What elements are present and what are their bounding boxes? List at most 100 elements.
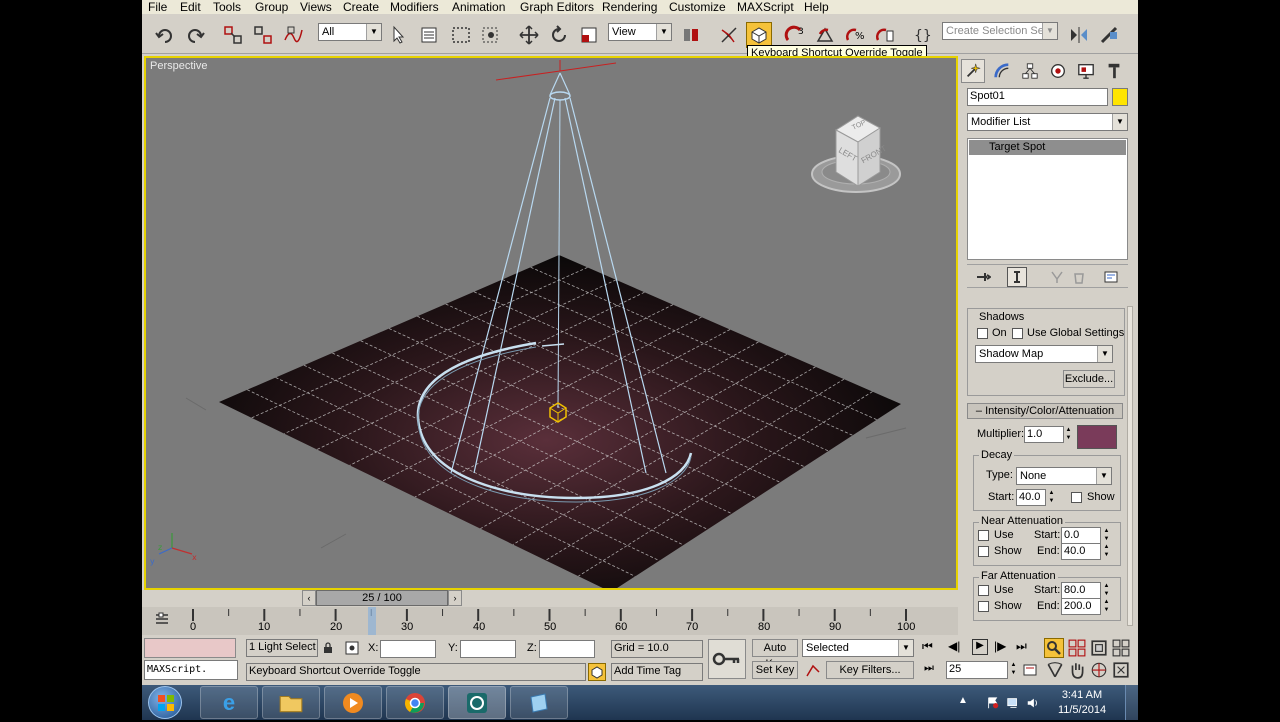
taskbar-internet-explorer[interactable]: e (200, 686, 258, 719)
shadows-on-checkbox[interactable] (977, 328, 988, 339)
near-start-spinner[interactable]: ▲ ▼ (1102, 527, 1111, 544)
time-slider-thumb[interactable]: 25 / 100 (316, 590, 448, 606)
menu-modifiers[interactable]: Modifiers (390, 0, 439, 14)
decay-start-field[interactable]: 40.0 (1016, 489, 1046, 506)
next-frame-icon[interactable]: |▶ (994, 639, 1006, 653)
make-unique-icon[interactable] (1049, 269, 1065, 285)
motion-tab[interactable] (1046, 59, 1070, 83)
maximize-viewport-icon[interactable] (1112, 661, 1130, 679)
exclude-button[interactable]: Exclude... (1063, 370, 1115, 388)
zoom-extents-all-icon[interactable] (1112, 639, 1130, 657)
decay-show-checkbox[interactable] (1071, 492, 1082, 503)
far-start-spinner[interactable]: ▲ ▼ (1102, 582, 1111, 599)
auto-key-button[interactable]: Auto Key (752, 639, 798, 670)
reference-coordinate-dropdown[interactable]: View ▼ (608, 23, 672, 41)
time-config-icon[interactable] (1022, 662, 1038, 678)
viewcube[interactable]: TOP LEFT FRONT (808, 112, 904, 196)
menu-views[interactable]: Views (300, 0, 332, 14)
menu-animation[interactable]: Animation (452, 0, 505, 14)
named-selection-set-dropdown[interactable]: Create Selection Set ▼ (942, 22, 1058, 40)
menu-customize[interactable]: Customize (669, 0, 726, 14)
current-frame-field[interactable]: 25 (946, 661, 1008, 679)
maxscript-mini-listener[interactable]: MAXScript. (144, 660, 238, 680)
near-end-spinner[interactable]: ▲ ▼ (1102, 543, 1111, 560)
undo-button[interactable] (152, 22, 178, 48)
key-filters-button[interactable]: Key Filters... (826, 661, 914, 679)
action-center-flag-icon[interactable] (986, 696, 1000, 710)
select-by-name-button[interactable] (416, 22, 442, 48)
set-key-button[interactable]: Set Key (752, 661, 798, 679)
object-color-swatch[interactable] (1112, 88, 1128, 106)
time-prev-arrow[interactable]: ‹ (302, 590, 316, 606)
configure-sets-icon[interactable] (1103, 269, 1119, 285)
previous-frame-icon[interactable]: ◀| (948, 639, 960, 653)
z-coord-field[interactable] (539, 640, 595, 658)
key-mode-toggle-icon[interactable]: ⏭ (924, 662, 934, 675)
show-end-result-button[interactable] (1007, 267, 1027, 287)
modifier-stack[interactable]: Target Spot (967, 138, 1128, 260)
align-button[interactable] (1096, 22, 1122, 48)
x-coord-field[interactable] (380, 640, 436, 658)
time-slider[interactable]: ‹ 25 / 100 › (302, 590, 958, 606)
taskbar-media-player[interactable] (324, 686, 382, 719)
object-name-field[interactable]: Spot01 (967, 88, 1108, 106)
perspective-viewport[interactable]: Perspective z y x TOP LEFT FRONT (144, 56, 958, 590)
rotate-button[interactable] (546, 22, 572, 48)
taskbar-file-explorer[interactable] (262, 686, 320, 719)
go-to-start-icon[interactable]: ⏮ (922, 639, 933, 654)
selection-filter-dropdown[interactable]: All ▼ (318, 23, 382, 41)
set-key-big-button[interactable] (708, 639, 746, 679)
remove-modifier-icon[interactable] (1071, 269, 1087, 285)
light-color-swatch[interactable] (1077, 425, 1117, 449)
field-of-view-icon[interactable] (1046, 661, 1064, 679)
decay-type-dropdown[interactable]: None ▼ (1016, 467, 1112, 485)
time-next-arrow[interactable]: › (448, 590, 462, 606)
redo-button[interactable] (182, 22, 208, 48)
near-use-checkbox[interactable] (978, 530, 989, 541)
key-tangent-icon[interactable] (805, 662, 821, 678)
frame-spinner[interactable]: ▲ ▼ (1009, 661, 1018, 678)
menu-maxscript[interactable]: MAXScript (737, 0, 794, 14)
start-button[interactable] (148, 686, 182, 719)
menu-group[interactable]: Group (255, 0, 288, 14)
multiplier-spinner[interactable]: ▲ ▼ (1064, 426, 1073, 443)
menu-rendering[interactable]: Rendering (602, 0, 657, 14)
far-show-checkbox[interactable] (978, 601, 989, 612)
select-object-button[interactable] (386, 22, 412, 48)
shortcut-toggle-small[interactable] (588, 663, 606, 681)
mirror-button[interactable] (1066, 22, 1092, 48)
go-to-end-icon[interactable]: ⏭ (1016, 639, 1027, 654)
curve-editor-mini-icon[interactable] (154, 611, 170, 627)
menu-edit[interactable]: Edit (180, 0, 201, 14)
menu-file[interactable]: File (148, 0, 167, 14)
command-panel-scrollbar[interactable] (1127, 306, 1133, 626)
zoom-all-icon[interactable] (1068, 639, 1086, 657)
shadow-type-dropdown[interactable]: Shadow Map ▼ (975, 345, 1113, 363)
maxscript-listener-pink[interactable] (144, 638, 236, 658)
current-frame-marker[interactable] (368, 607, 376, 635)
use-global-settings-checkbox[interactable] (1012, 328, 1023, 339)
display-tab[interactable] (1074, 59, 1098, 83)
window-crossing-button[interactable] (478, 22, 504, 48)
far-end-spinner[interactable]: ▲ ▼ (1102, 598, 1111, 615)
bind-to-space-warp-button[interactable] (280, 22, 306, 48)
taskbar-3dsmax[interactable] (448, 686, 506, 719)
far-start-field[interactable]: 80.0 (1061, 582, 1101, 599)
near-show-checkbox[interactable] (978, 546, 989, 557)
menu-create[interactable]: Create (343, 0, 379, 14)
scale-button[interactable] (576, 22, 602, 48)
menu-graph-editors[interactable]: Graph Editors (520, 0, 594, 14)
volume-icon[interactable] (1026, 696, 1040, 710)
menu-help[interactable]: Help (804, 0, 829, 14)
modify-tab[interactable] (990, 59, 1014, 83)
pivot-center-button[interactable] (678, 22, 704, 48)
utilities-tab[interactable] (1102, 59, 1126, 83)
zoom-button[interactable] (1044, 638, 1064, 658)
zoom-extents-icon[interactable] (1090, 639, 1108, 657)
stack-item-target-spot[interactable]: Target Spot (969, 140, 1126, 155)
select-and-link-button[interactable] (220, 22, 246, 48)
pin-stack-icon[interactable] (975, 269, 991, 285)
lock-icon[interactable] (322, 642, 334, 654)
y-coord-field[interactable] (460, 640, 516, 658)
hierarchy-tab[interactable] (1018, 59, 1042, 83)
